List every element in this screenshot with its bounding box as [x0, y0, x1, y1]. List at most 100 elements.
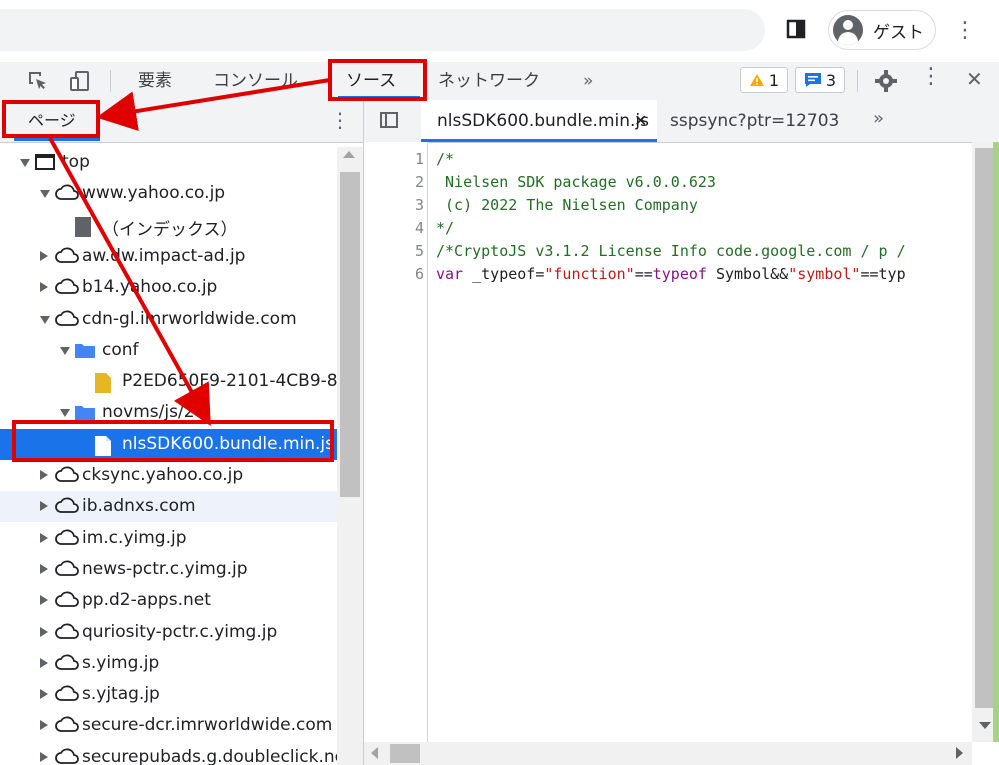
- horizontal-scroll-thumb[interactable]: [390, 744, 420, 763]
- editor-horizontal-scrollbar[interactable]: [364, 742, 972, 765]
- toolbar-divider: [110, 70, 111, 92]
- tree-item[interactable]: quriosity-pctr.c.yimg.jp: [0, 617, 337, 648]
- collapse-arrow-icon[interactable]: [40, 595, 48, 606]
- tree-item[interactable]: b14.yahoo.co.jp: [0, 272, 337, 303]
- collapse-arrow-icon[interactable]: [40, 470, 48, 480]
- collapse-arrow-icon[interactable]: [40, 657, 48, 668]
- tree-item-label: s.yjtag.jp: [82, 684, 160, 705]
- editor-tab-active[interactable]: nlsSDK600.bundle.min.js: [421, 100, 657, 142]
- line-number: 1: [414, 150, 424, 168]
- tree-item-label: news-pctr.c.yimg.jp: [82, 558, 248, 579]
- messages-badge[interactable]: 3: [795, 67, 845, 93]
- cloud-icon: [54, 716, 80, 738]
- tree-item-label: aw.dw.impact-ad.jp: [82, 245, 246, 266]
- annotation-box-file: [12, 420, 334, 462]
- code-line: /*: [436, 150, 455, 168]
- collapse-arrow-icon[interactable]: [40, 532, 48, 543]
- collapse-arrow-icon[interactable]: [40, 689, 48, 700]
- tree-item[interactable]: secure-dcr.imrworldwide.com: [0, 710, 337, 741]
- collapse-arrow-icon[interactable]: [40, 720, 48, 731]
- tree-item[interactable]: top: [0, 147, 337, 178]
- folder-icon: [74, 341, 96, 363]
- profile-button[interactable]: ゲスト: [828, 10, 936, 50]
- close-icon[interactable]: ✕: [966, 67, 983, 91]
- collapse-arrow-icon[interactable]: [40, 563, 48, 574]
- collapse-arrow-icon[interactable]: [40, 626, 48, 637]
- cloud-icon: [54, 591, 80, 613]
- tree-item-label: securepubads.g.doubleclick.net: [82, 746, 337, 765]
- tree-item[interactable]: cksync.yahoo.co.jp: [0, 460, 337, 491]
- scroll-left-icon[interactable]: [371, 747, 378, 759]
- more-tabs-icon[interactable]: »: [583, 62, 593, 100]
- tree-item-label: conf: [102, 339, 139, 360]
- tab-network[interactable]: ネットワーク: [438, 62, 540, 100]
- tree-item[interactable]: www.yahoo.co.jp: [0, 178, 337, 209]
- tree-item-label: secure-dcr.imrworldwide.com: [82, 715, 333, 736]
- gear-icon[interactable]: [874, 69, 898, 93]
- tree-item[interactable]: P2ED650F9-2101-4CB9-8: [0, 366, 337, 397]
- line-number: 6: [414, 265, 424, 283]
- navigator-menu-icon[interactable]: ⋮: [330, 108, 350, 132]
- tree-item[interactable]: im.c.yimg.jp: [0, 523, 337, 554]
- line-number: 4: [414, 219, 424, 237]
- cloud-icon: [54, 623, 80, 645]
- line-number: 3: [414, 196, 424, 214]
- tree-item[interactable]: cdn-gl.imrworldwide.com: [0, 304, 337, 335]
- tree-item-label: quriosity-pctr.c.yimg.jp: [82, 621, 278, 642]
- profile-avatar-icon: [833, 15, 863, 45]
- tree-item[interactable]: s.yjtag.jp: [0, 679, 337, 710]
- tree-item[interactable]: ib.adnxs.com: [0, 491, 337, 523]
- tab-elements[interactable]: 要素: [138, 62, 172, 100]
- tree-item-label: s.yimg.jp: [82, 652, 160, 673]
- close-tab-icon[interactable]: ✕: [634, 100, 647, 142]
- cloud-icon: [54, 560, 80, 582]
- address-bar[interactable]: [0, 9, 765, 51]
- tree-item[interactable]: securepubads.g.doubleclick.net: [0, 742, 337, 765]
- split-screen-icon[interactable]: [785, 18, 807, 40]
- tree-item-label: cksync.yahoo.co.jp: [82, 465, 244, 485]
- collapse-arrow-icon[interactable]: [40, 282, 48, 293]
- tab-console[interactable]: コンソール: [213, 62, 298, 100]
- expand-arrow-icon[interactable]: [40, 190, 50, 199]
- expand-arrow-icon[interactable]: [60, 346, 70, 355]
- collapse-arrow-icon[interactable]: [40, 250, 48, 261]
- cloud-icon: [54, 247, 80, 269]
- profile-label: ゲスト: [873, 22, 924, 43]
- kebab-menu-icon[interactable]: ⋮: [954, 18, 976, 44]
- tree-item[interactable]: pp.d2-apps.net: [0, 585, 337, 616]
- scroll-up-icon[interactable]: [343, 151, 355, 158]
- warnings-badge[interactable]: 1: [740, 67, 788, 93]
- scroll-right-icon[interactable]: [956, 747, 963, 759]
- more-tabs-icon[interactable]: »: [873, 108, 884, 129]
- tree-item-label: im.c.yimg.jp: [82, 527, 187, 548]
- devtools-menu-icon[interactable]: ⋮: [920, 64, 942, 89]
- navigator-scroll-thumb[interactable]: [340, 172, 360, 497]
- warning-icon: [749, 74, 764, 86]
- cloud-icon: [54, 466, 80, 488]
- line-number: 2: [414, 173, 424, 191]
- tree-item-label: top: [62, 152, 90, 172]
- device-toolbar-icon[interactable]: [68, 69, 92, 93]
- cloud-icon: [54, 184, 80, 206]
- tree-item[interactable]: news-pctr.c.yimg.jp: [0, 554, 337, 585]
- inspect-element-icon[interactable]: [26, 69, 50, 93]
- tree-item-label: （インデックス）: [102, 219, 238, 240]
- tree-item[interactable]: （インデックス）: [0, 210, 337, 241]
- active-tab-indicator: [14, 138, 100, 141]
- script-file-icon: [94, 372, 112, 398]
- expand-arrow-icon[interactable]: [20, 159, 30, 167]
- code-line: (c) 2022 The Nielsen Company: [436, 196, 698, 214]
- editor-tab[interactable]: sspsync?ptr=12703: [670, 100, 839, 142]
- collapse-arrow-icon[interactable]: [40, 751, 48, 762]
- tree-item[interactable]: aw.dw.impact-ad.jp: [0, 241, 337, 272]
- expand-arrow-icon[interactable]: [60, 409, 70, 418]
- tree-item[interactable]: conf: [0, 335, 337, 366]
- more-tabs-icon[interactable]: »: [110, 108, 121, 129]
- toggle-navigator-icon[interactable]: [380, 112, 398, 128]
- tree-item[interactable]: s.yimg.jp: [0, 648, 337, 679]
- cloud-icon: [54, 748, 80, 765]
- collapse-arrow-icon[interactable]: [40, 501, 48, 512]
- scroll-down-icon[interactable]: [979, 722, 991, 729]
- expand-arrow-icon[interactable]: [40, 315, 50, 324]
- toolbar-divider: [857, 70, 858, 92]
